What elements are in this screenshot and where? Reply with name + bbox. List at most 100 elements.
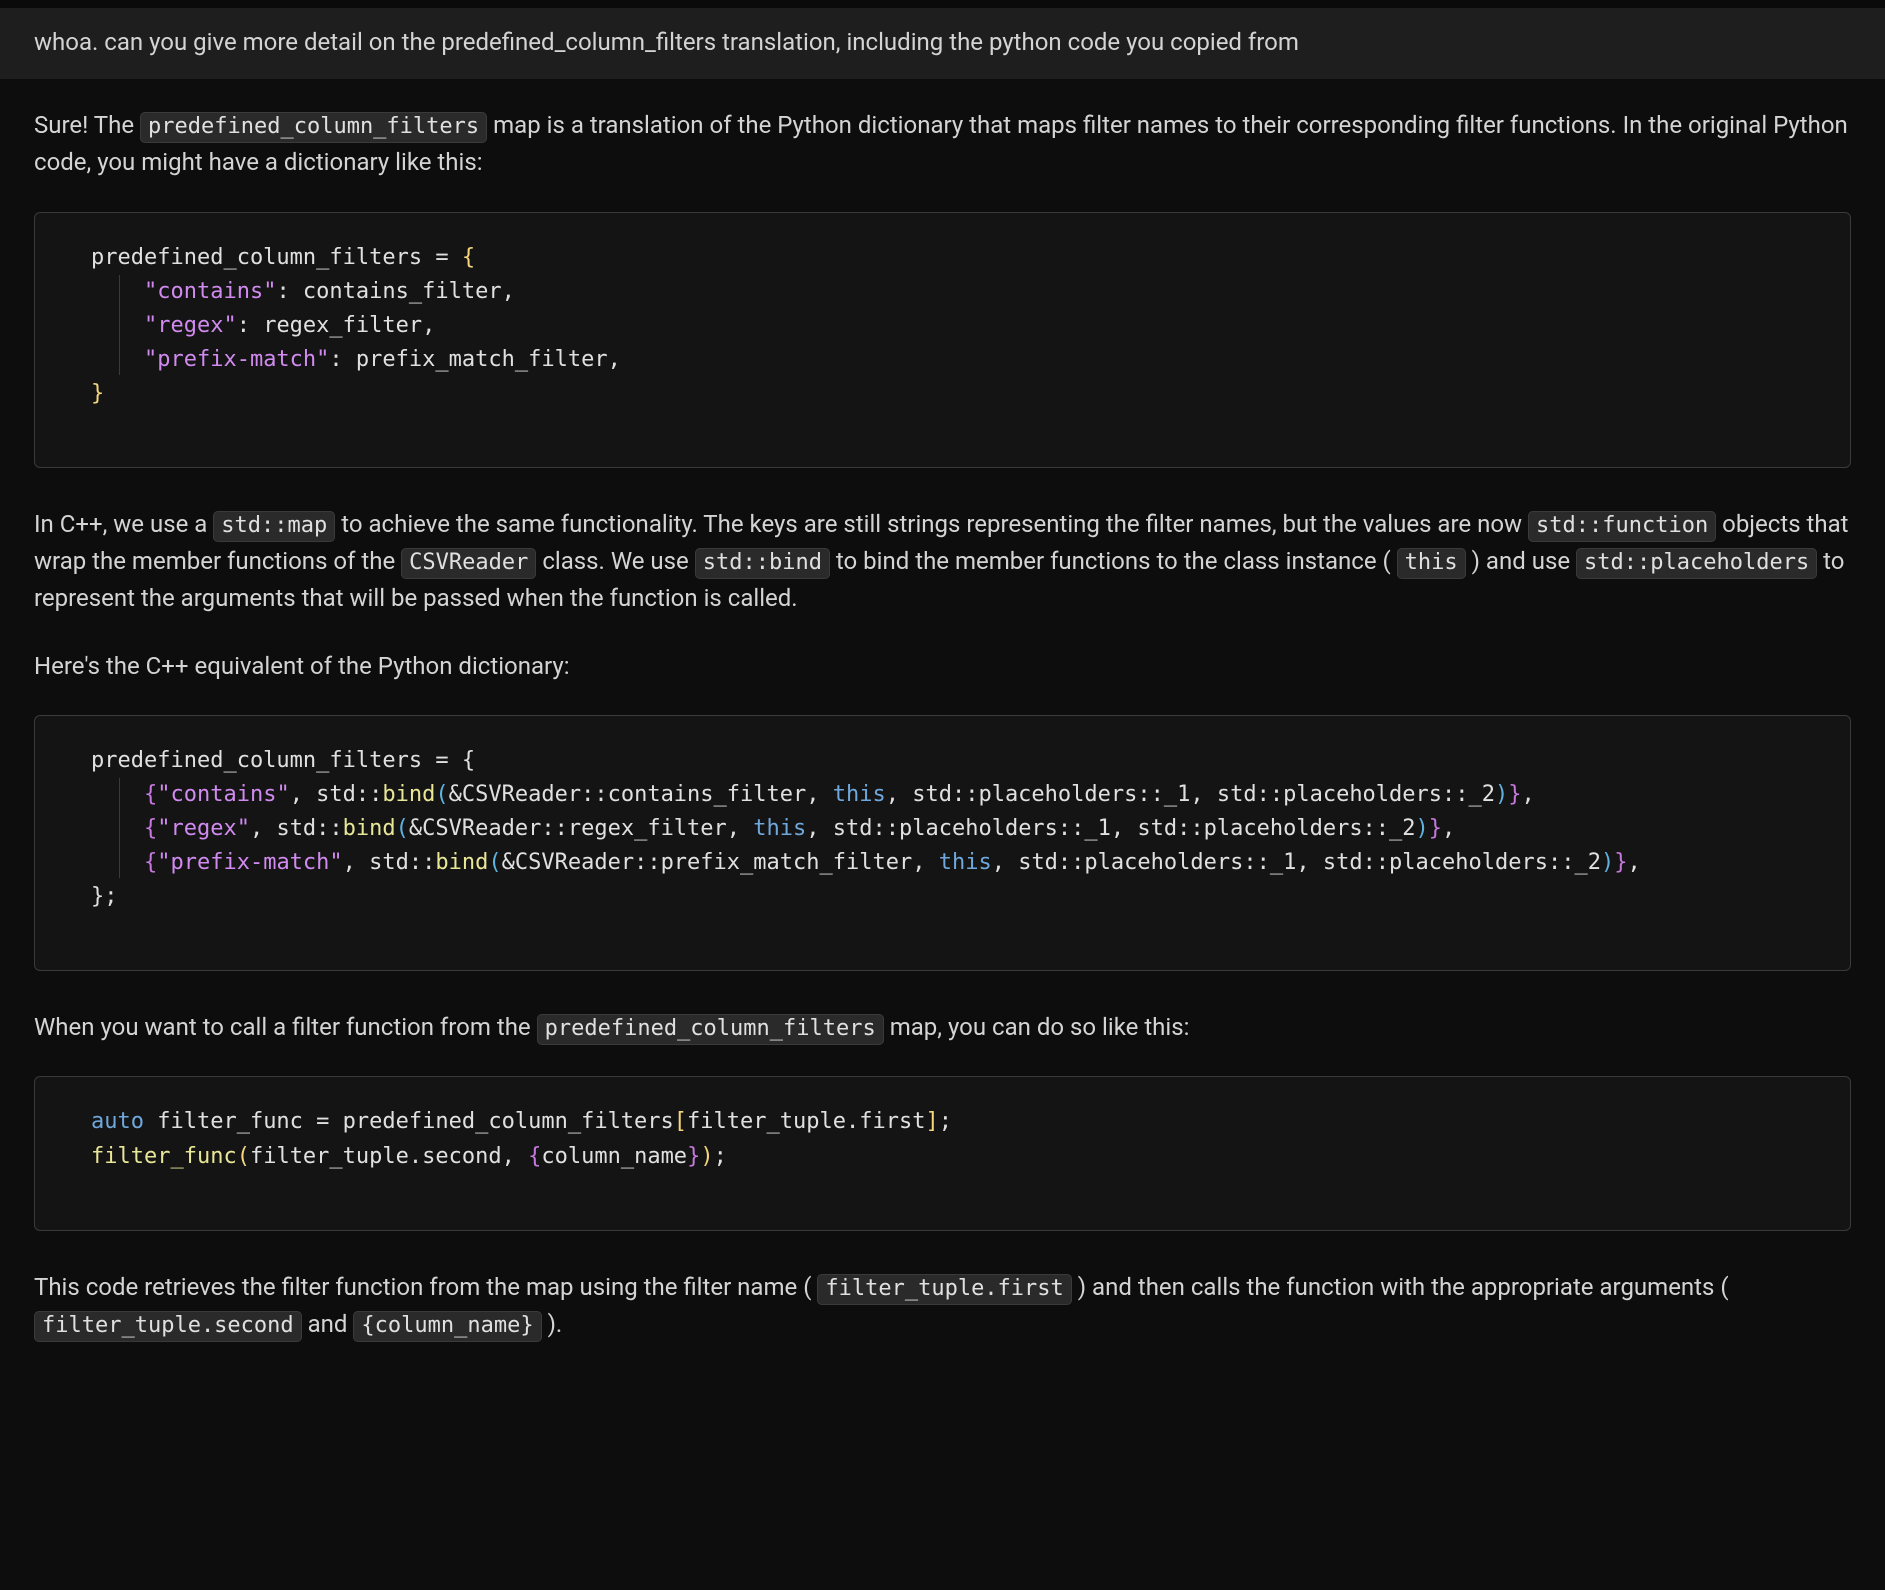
inline-code: predefined_column_filters [537,1014,884,1045]
code-token: , [1442,816,1455,841]
code-block-cpp[interactable]: predefined_column_filters = { {"contains… [34,715,1851,971]
code-token: } [91,381,104,406]
inline-code: {column_name} [353,1311,541,1342]
paragraph-4: When you want to call a filter function … [34,1009,1851,1046]
code-token: this [939,850,992,875]
code-token: { [528,1144,541,1169]
code-token: , std::placeholders::_1, std::placeholde… [992,850,1601,875]
code-token: ( [488,850,501,875]
inline-code: filter_tuple.second [34,1311,302,1342]
text: ) and then calls the function with the a… [1072,1273,1729,1301]
code-token: , std::placeholders::_1, std::placeholde… [806,816,1415,841]
user-message: whoa. can you give more detail on the pr… [0,8,1885,79]
inline-code: this [1397,548,1466,579]
code-string: "contains" [157,782,289,807]
code-token: } [1614,850,1627,875]
code-token: ) [1495,782,1508,807]
code-line: }; [91,884,118,909]
code-token: &CSVReader::prefix_match_filter, [502,850,939,875]
inline-code: predefined_column_filters [140,112,487,143]
code-line: predefined_column_filters = [91,245,462,270]
code-token: column_name [541,1144,687,1169]
code-token: ; [714,1144,727,1169]
text: class. We use [536,547,694,575]
code-token: , std:: [290,782,383,807]
code-token: { [144,782,157,807]
code-token: filter_tuple.first [687,1109,925,1134]
text: This code retrieves the filter function … [34,1273,817,1301]
inline-code: std::placeholders [1576,548,1817,579]
code-indent [91,816,144,841]
top-bar [0,0,1885,8]
code-token: [ [674,1109,687,1134]
code-token: this [753,816,806,841]
code-token: filter_tuple.second, [250,1144,528,1169]
inline-code: filter_tuple.first [817,1274,1071,1305]
code-token: &CSVReader::contains_filter, [449,782,833,807]
text: In C++, we use a [34,510,213,538]
code-token: { [462,245,475,270]
code-block-python[interactable]: predefined_column_filters = { "contains"… [34,212,1851,468]
code-token: ] [925,1109,938,1134]
text: Sure! The [34,111,140,139]
code-token: ( [237,1144,250,1169]
code-token: , [1522,782,1535,807]
code-token: , std:: [250,816,343,841]
code-token: , std::placeholders::_1, std::placeholde… [886,782,1495,807]
indent-guide [119,275,120,375]
code-token: bind [435,850,488,875]
code-token: ) [700,1144,713,1169]
code-token: , [1627,850,1640,875]
code-token: ) [1601,850,1614,875]
code-keyword: auto [91,1109,144,1134]
code-string: "regex" [144,313,237,338]
code-block-call[interactable]: auto filter_func = predefined_column_fil… [34,1076,1851,1230]
code-indent [91,279,144,304]
code-token: filter_func = predefined_column_filters [144,1109,674,1134]
paragraph-5: This code retrieves the filter function … [34,1269,1851,1343]
code-token: : prefix_match_filter, [329,347,620,372]
code-indent [91,347,144,372]
text: When you want to call a filter function … [34,1013,537,1041]
code-token: } [687,1144,700,1169]
text: to achieve the same functionality. The k… [335,510,1528,538]
code-token: ; [939,1109,952,1134]
code-string: "prefix-match" [157,850,342,875]
paragraph-1: Sure! The predefined_column_filters map … [34,107,1851,181]
code-string: "regex" [157,816,250,841]
code-token: ( [396,816,409,841]
code-token: ) [1416,816,1429,841]
code-token: , std:: [343,850,436,875]
code-token: } [1508,782,1521,807]
code-indent [91,782,144,807]
assistant-response: Sure! The predefined_column_filters map … [0,79,1885,1371]
inline-code: std::function [1528,511,1716,542]
code-indent [91,313,144,338]
code-token: { [144,850,157,875]
code-string: "prefix-match" [144,347,329,372]
inline-code: CSVReader [401,548,536,579]
text: ). [542,1310,563,1338]
code-token: : contains_filter, [276,279,514,304]
code-line: predefined_column_filters = { [91,748,475,773]
paragraph-3: Here's the C++ equivalent of the Python … [34,648,1851,685]
code-token: ( [435,782,448,807]
code-token: bind [382,782,435,807]
text: and [302,1310,354,1338]
text: map, you can do so like this: [884,1013,1190,1041]
user-message-text: whoa. can you give more detail on the pr… [34,28,1299,56]
paragraph-2: In C++, we use a std::map to achieve the… [34,506,1851,618]
inline-code: std::map [213,511,335,542]
code-token: { [144,816,157,841]
indent-guide [119,778,120,878]
inline-code: std::bind [695,548,830,579]
text: ) and use [1466,547,1576,575]
code-indent [91,850,144,875]
code-token: } [1429,816,1442,841]
code-token: bind [343,816,396,841]
code-token: : regex_filter, [237,313,436,338]
code-token: filter_func [91,1144,237,1169]
text: to bind the member functions to the clas… [830,547,1397,575]
code-token: this [833,782,886,807]
code-token: &CSVReader::regex_filter, [409,816,753,841]
